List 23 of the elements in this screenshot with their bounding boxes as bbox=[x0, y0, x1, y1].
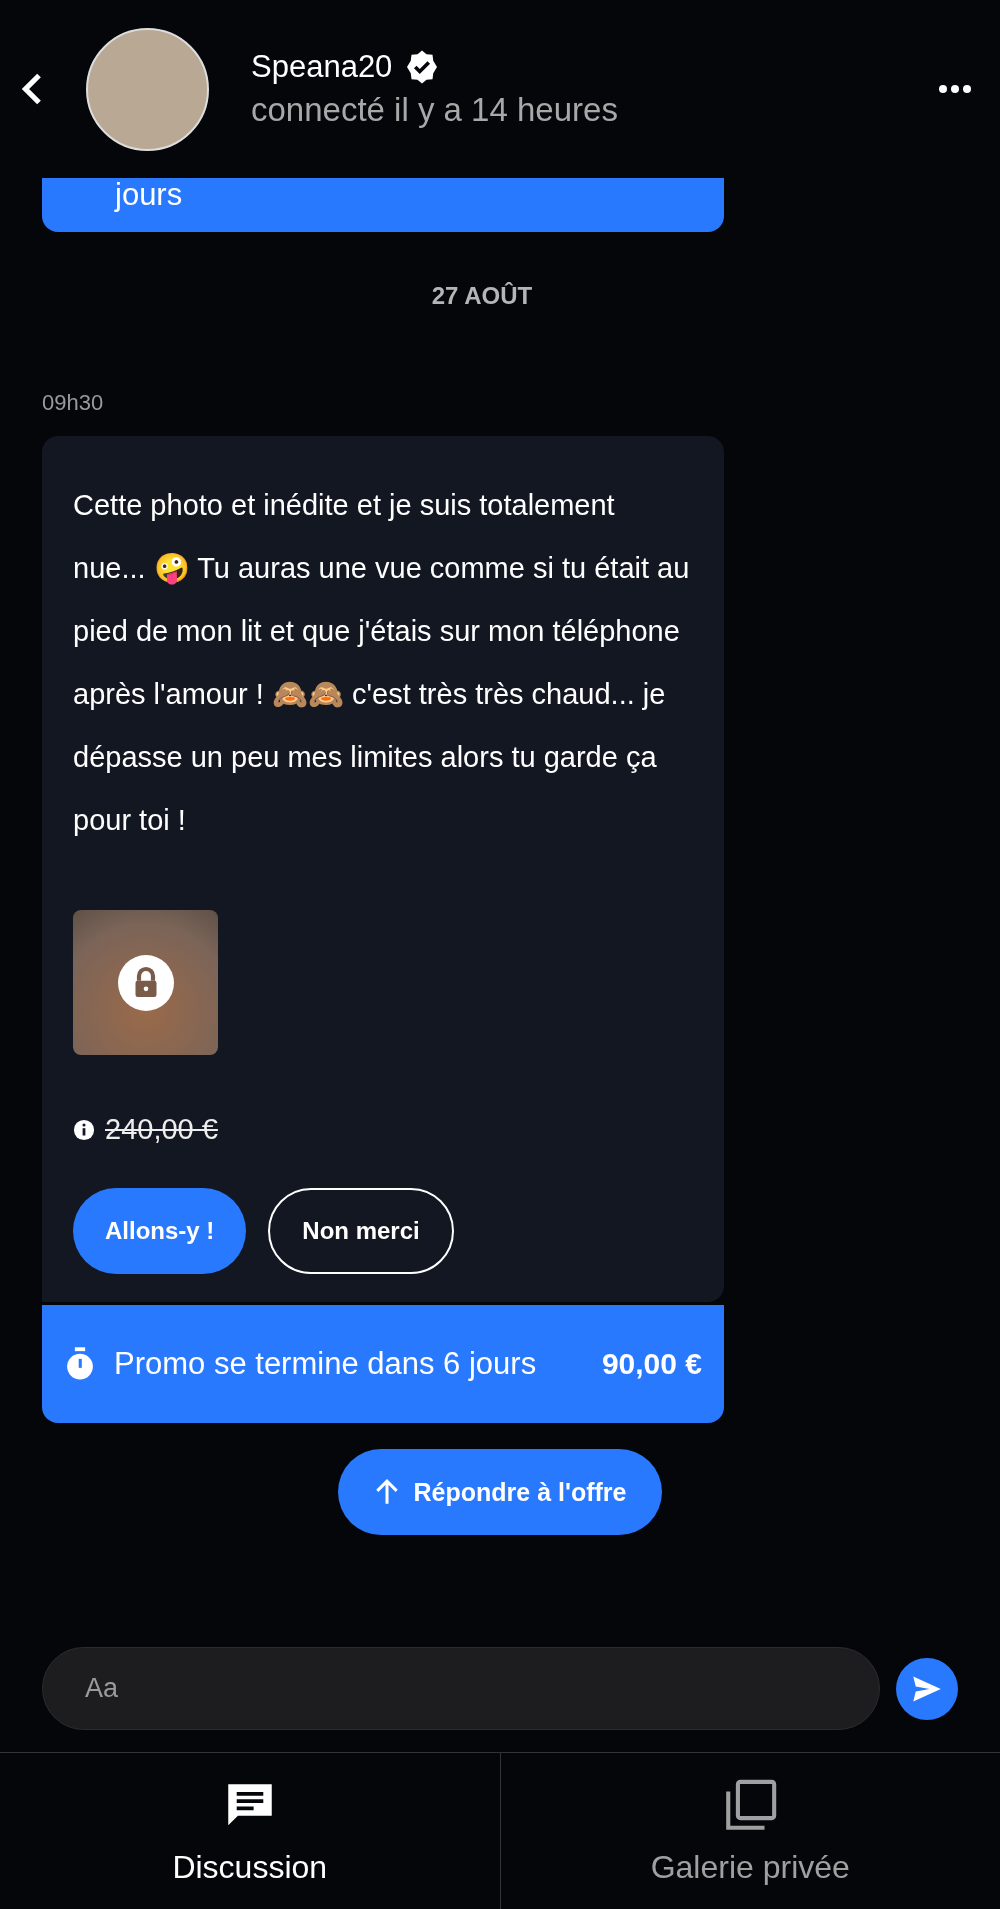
tab-label: Galerie privée bbox=[650, 1848, 850, 1886]
promo-text: jours bbox=[115, 179, 183, 210]
lock-icon bbox=[117, 954, 174, 1011]
more-icon[interactable] bbox=[938, 84, 972, 94]
date-separator: 27 AOÛT bbox=[431, 282, 533, 310]
nav-tab[interactable]: Discussion bbox=[0, 1753, 500, 1909]
user-name: Speana20 bbox=[251, 49, 393, 85]
promo-price: 90,00 € bbox=[601, 1347, 702, 1381]
promo-text: Promo se termine dans 6 jours bbox=[114, 1345, 538, 1383]
info-icon[interactable] bbox=[73, 1118, 95, 1141]
accept-button[interactable]: Allons-y ! bbox=[73, 1188, 247, 1274]
tab-label: Discussion bbox=[172, 1848, 328, 1886]
decline-button[interactable]: Non merci bbox=[268, 1188, 454, 1274]
nav-tab[interactable]: Galerie privée bbox=[499, 1753, 1000, 1909]
last-seen-status: connecté il y a 14 heures bbox=[251, 91, 619, 129]
blurred-photo-placeholder[interactable] bbox=[73, 910, 218, 1055]
message-time: 09h30 bbox=[42, 390, 105, 416]
reply-offer-button[interactable]: Répondre à l'offre bbox=[337, 1449, 663, 1535]
original-price: 240,00 € bbox=[105, 1113, 218, 1146]
send-icon bbox=[912, 1674, 942, 1703]
message-input[interactable]: Aa bbox=[42, 1647, 880, 1730]
message-text: Cette photo et inédite et je suis totalement nue... 🤪 Tu auras une vue comme si tu était au pied de mon lit et que j'étais sur mon téléphone après l'amour ! 🙈🙈 c'est très très chaud... je dépasse un peu mes limites alors tu garde ça pour toi ! bbox=[73, 488, 691, 838]
stopwatch-icon bbox=[64, 1346, 96, 1382]
